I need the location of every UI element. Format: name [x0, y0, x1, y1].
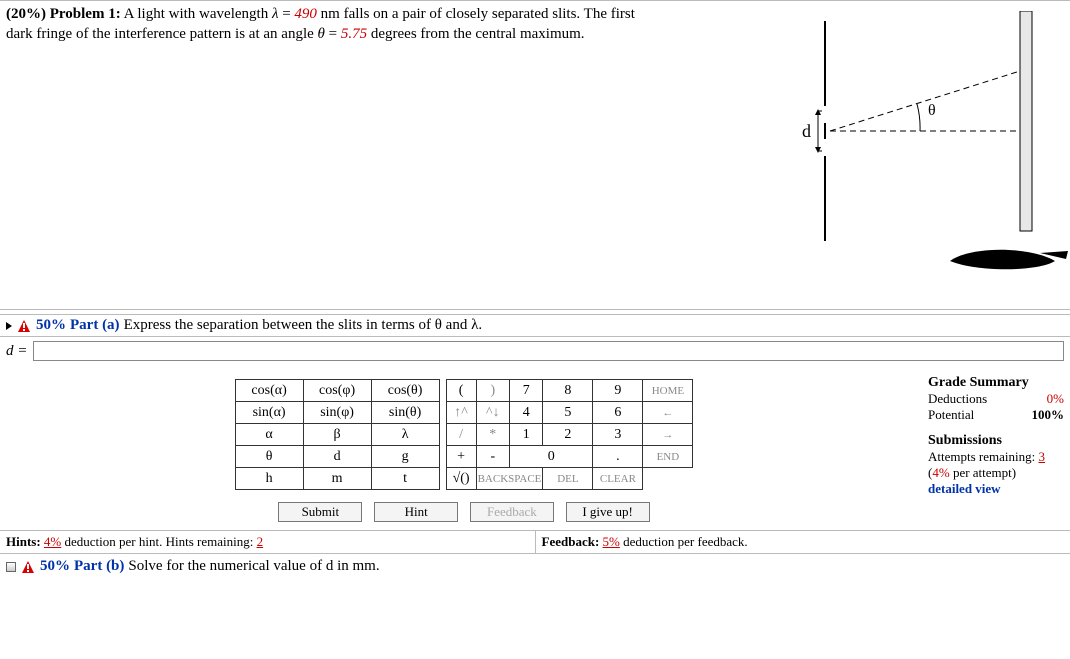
warning-icon	[18, 320, 30, 332]
answer-input-row: d =	[0, 337, 1070, 365]
give-up-button[interactable]: I give up!	[566, 502, 650, 522]
part-b-weight: 50%	[40, 558, 70, 575]
keypad-key[interactable]: *	[476, 424, 509, 446]
keypad-key[interactable]: +	[446, 446, 476, 468]
keypad-key[interactable]: .	[593, 446, 643, 468]
part-a-label: Part (a)	[70, 317, 120, 334]
keypad-key[interactable]: 6	[593, 402, 643, 424]
feedback-button[interactable]: Feedback	[470, 502, 554, 522]
keypad-key[interactable]: d	[303, 446, 371, 468]
keypad-key[interactable]: ↑^	[446, 402, 476, 424]
answer-input[interactable]	[33, 341, 1064, 361]
keypad-key[interactable]: (	[446, 380, 476, 402]
problem-weight: (20%) Problem 1:	[6, 6, 121, 22]
keypad-key[interactable]: 1	[509, 424, 542, 446]
keypad-key[interactable]: HOME	[643, 380, 693, 402]
svg-text:d: d	[802, 121, 811, 141]
grade-summary-panel: Grade Summary Deductions0% Potential100%…	[928, 365, 1064, 530]
hints-feedback-row: Hints: 4% deduction per hint. Hints rema…	[0, 531, 1070, 554]
hint-button[interactable]: Hint	[374, 502, 458, 522]
keypad-key[interactable]: sin(α)	[235, 402, 303, 424]
part-a-weight: 50%	[36, 317, 66, 334]
keypad-key[interactable]: 2	[543, 424, 593, 446]
keypad-key[interactable]: cos(φ)	[303, 380, 371, 402]
keypad-key[interactable]: h	[235, 468, 303, 490]
problem-statement: (20%) Problem 1: A light with wavelength…	[0, 0, 1070, 310]
function-keypad: cos(α)cos(φ)cos(θ) sin(α)sin(φ)sin(θ) αβλ θ…	[235, 379, 440, 490]
keypad-key[interactable]: -	[476, 446, 509, 468]
keypad-key[interactable]: g	[371, 446, 439, 468]
keypad-key[interactable]: λ	[371, 424, 439, 446]
keypad-key[interactable]: β	[303, 424, 371, 446]
keypad-key[interactable]: sin(θ)	[371, 402, 439, 424]
collapse-icon	[6, 562, 16, 572]
keypad-key[interactable]: 5	[543, 402, 593, 424]
warning-icon	[22, 561, 34, 573]
keypad-key[interactable]: t	[371, 468, 439, 490]
grade-summary-title: Grade Summary	[928, 375, 1064, 391]
keypad-key[interactable]: 3	[593, 424, 643, 446]
part-b-prompt: Solve for the numerical value of d in mm…	[128, 558, 379, 575]
keypad-key[interactable]: CLEAR	[593, 468, 643, 490]
keypad-key[interactable]: 4	[509, 402, 542, 424]
double-slit-diagram: d θ	[770, 11, 1070, 291]
keypad-key[interactable]: /	[446, 424, 476, 446]
answer-lhs: d =	[6, 343, 27, 360]
keypad-key[interactable]: →	[643, 424, 693, 446]
detailed-view-link[interactable]: detailed view	[928, 481, 1001, 496]
keypad-key[interactable]: 0	[509, 446, 592, 468]
keypad-key[interactable]: cos(α)	[235, 380, 303, 402]
keypad-key[interactable]: sin(φ)	[303, 402, 371, 424]
keypad-key[interactable]: )	[476, 380, 509, 402]
keypad-key[interactable]: 8	[543, 380, 593, 402]
keypad-key[interactable]: α	[235, 424, 303, 446]
keypad-key[interactable]: END	[643, 446, 693, 468]
part-b-label: Part (b)	[74, 558, 124, 575]
part-a-header[interactable]: 50% Part (a) Express the separation betw…	[0, 314, 1070, 337]
keypad-key[interactable]: θ	[235, 446, 303, 468]
keypad-key[interactable]: ←	[643, 402, 693, 424]
keypad-key[interactable]: cos(θ)	[371, 380, 439, 402]
keypad-key[interactable]: √()	[446, 468, 476, 490]
keypad-key[interactable]: BACKSPACE	[476, 468, 543, 490]
expand-icon	[6, 322, 12, 330]
keypad-key[interactable]: ^↓	[476, 402, 509, 424]
keypad-key[interactable]: 7	[509, 380, 542, 402]
keypad-key[interactable]: 9	[593, 380, 643, 402]
submit-button[interactable]: Submit	[278, 502, 362, 522]
svg-text:θ: θ	[928, 102, 936, 119]
numeric-keypad: ()789HOME ↑^^↓456← /*123→ +-0.END √()BACKSPA…	[446, 379, 694, 490]
keypad-key[interactable]: DEL	[543, 468, 593, 490]
part-b-header[interactable]: 50% Part (b) Solve for the numerical val…	[0, 554, 1070, 579]
submissions-title: Submissions	[928, 433, 1064, 449]
keypad-key[interactable]: m	[303, 468, 371, 490]
part-a-prompt: Express the separation between the slits…	[124, 317, 483, 334]
